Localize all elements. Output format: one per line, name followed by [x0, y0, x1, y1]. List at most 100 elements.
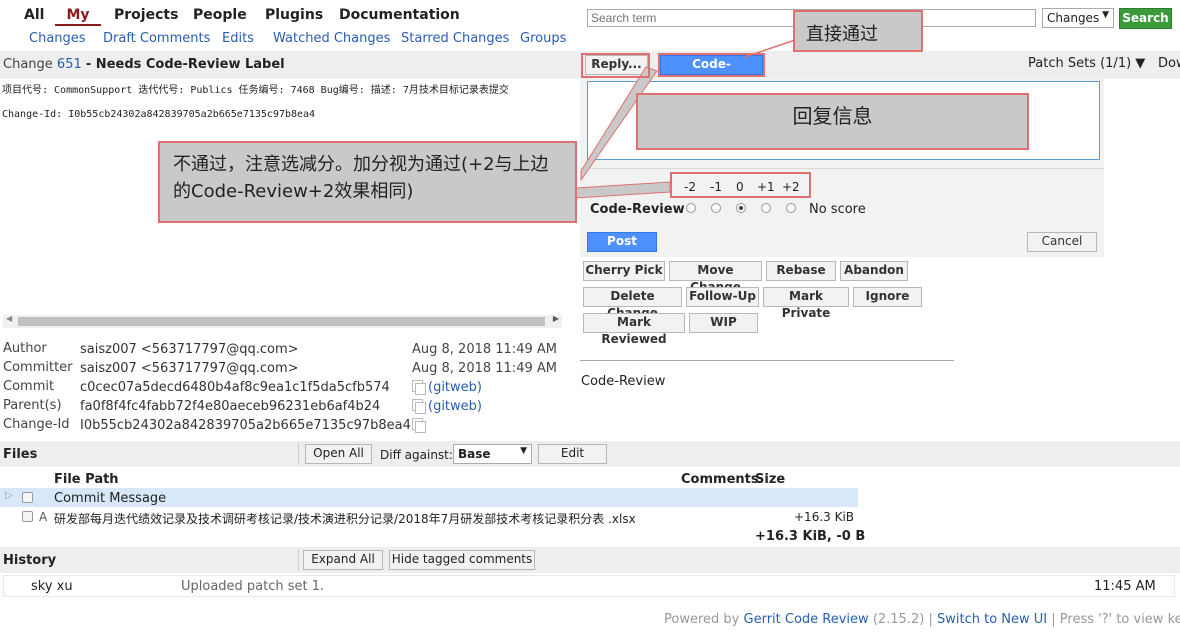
mark-private-button[interactable]: Mark Private [763, 287, 849, 320]
radio-plus2[interactable] [786, 203, 796, 213]
triangle-down-icon: ▼ [1135, 56, 1146, 71]
reply-divider [580, 168, 1104, 169]
diff-base-value: Base [458, 447, 491, 461]
subnav-watched-changes[interactable]: Watched Changes [273, 31, 390, 46]
annotation-reply-info: 回复信息 [636, 93, 1029, 150]
edit-button[interactable]: Edit [538, 444, 607, 464]
reply-highlight [581, 53, 650, 78]
author-label: Author [3, 341, 47, 356]
change-title: Change 651 - Needs Code-Review Label [3, 57, 285, 72]
patch-sets-label: Patch Sets (1/1) [1028, 56, 1132, 71]
subnav-groups[interactable]: Groups [520, 31, 566, 46]
parent-hash: fa0f8f4fc4fabb72f4e80aeceb96231eb6af4b24 [80, 399, 381, 414]
code-review-label: Code-Review [590, 202, 685, 217]
horizontal-scrollbar[interactable]: ◀ ▶ [3, 314, 562, 328]
nav-my[interactable]: My [55, 7, 101, 26]
commit-message-line: 项目代号: CommonSupport 迭代代号: Publics 任务编号: … [2, 85, 509, 96]
score-highlight [670, 172, 811, 198]
no-score-label: No score [809, 202, 866, 217]
mark-reviewed-button[interactable]: Mark Reviewed [583, 313, 685, 346]
cancel-button[interactable]: Cancel [1027, 232, 1097, 252]
parent-gitweb-link[interactable]: (gitweb) [428, 399, 482, 414]
footer-keyboard-help: Press '?' to view keybo [1059, 612, 1180, 627]
committer-link[interactable]: saisz007 <563717797@qq.com> [80, 361, 299, 376]
nav-people[interactable]: People [193, 7, 247, 23]
nav-projects[interactable]: Projects [114, 7, 178, 23]
file-size: +16.3 KiB [794, 510, 855, 524]
committer-date: Aug 8, 2018 11:49 AM [412, 361, 557, 376]
wip-button[interactable]: WIP [689, 313, 758, 333]
switch-ui-link[interactable]: Switch to New UI [937, 612, 1047, 627]
expand-all-button[interactable]: Expand All [303, 550, 383, 570]
commit-label: Commit [3, 379, 55, 394]
subnav-starred-changes[interactable]: Starred Changes [401, 31, 509, 46]
file-reviewed-checkbox[interactable] [22, 511, 33, 522]
file-path-link[interactable]: 研发部每月迭代绩效记录及技术调研考核记录/技术演进积分记录/2018年7月研发部… [54, 510, 636, 527]
col-file-path: File Path [54, 472, 119, 487]
code-review-highlight [658, 53, 765, 77]
radio-zero[interactable] [736, 203, 746, 213]
scroll-right-icon[interactable]: ▶ [553, 314, 559, 323]
move-change-button[interactable]: Move Change [669, 261, 762, 294]
cherry-pick-button[interactable]: Cherry Pick [583, 261, 665, 281]
footer-sep: | [928, 612, 933, 627]
author-link[interactable]: saisz007 <563717797@qq.com> [80, 342, 299, 357]
patch-sets-dropdown[interactable]: Patch Sets (1/1) ▼ [1028, 56, 1145, 71]
download-link[interactable]: Dow [1158, 56, 1180, 71]
footer-sep: | [1051, 612, 1056, 627]
history-time: 11:45 AM [1094, 579, 1156, 594]
file-reviewed-checkbox[interactable] [22, 492, 33, 503]
open-all-button[interactable]: Open All [305, 444, 372, 464]
scrollbar-thumb[interactable] [18, 317, 545, 326]
search-scope-select[interactable]: Changes ▼ [1042, 8, 1114, 28]
nav-all[interactable]: All [24, 7, 44, 23]
expand-triangle-icon[interactable]: ▷ [5, 490, 13, 501]
search-button[interactable]: Search [1119, 8, 1172, 29]
nav-plugins[interactable]: Plugins [265, 7, 323, 23]
copy-changeid-icon[interactable] [412, 418, 426, 433]
radio-plus1[interactable] [761, 203, 771, 213]
committer-label: Committer [3, 360, 73, 375]
copy-commit-icon[interactable] [412, 380, 426, 395]
change-number-link[interactable]: 651 [57, 57, 82, 72]
delete-change-button[interactable]: Delete Change [583, 287, 682, 320]
scroll-left-icon[interactable]: ◀ [6, 314, 12, 323]
footer-version: (2.15.2) [872, 612, 925, 627]
history-entry[interactable] [3, 575, 1175, 597]
ignore-button[interactable]: Ignore [853, 287, 922, 307]
files-total-size: +16.3 KiB, -0 B [755, 529, 866, 544]
radio-minus1[interactable] [711, 203, 721, 213]
parent-label: Parent(s) [3, 398, 62, 413]
radio-minus2[interactable] [686, 203, 696, 213]
subnav-changes[interactable]: Changes [29, 31, 86, 46]
col-comments: Comments [681, 472, 759, 487]
labels-code-review: Code-Review [581, 374, 666, 389]
footer-powered-by: Powered by [664, 612, 740, 627]
abandon-button[interactable]: Abandon [840, 261, 908, 281]
post-button[interactable]: Post [587, 232, 657, 252]
commit-gitweb-link[interactable]: (gitweb) [428, 380, 482, 395]
rebase-button[interactable]: Rebase [766, 261, 836, 281]
subnav-edits[interactable]: Edits [222, 31, 254, 46]
search-scope-value: Changes [1047, 11, 1100, 25]
commit-change-id-line: Change-Id: I0b55cb24302a842839705a2b665e… [2, 109, 316, 120]
annotation-direct-pass-text: 直接通过 [806, 24, 878, 45]
col-size: Size [755, 472, 786, 487]
diff-base-select[interactable]: Base ▼ [453, 444, 532, 464]
gerrit-link[interactable]: Gerrit Code Review [744, 612, 869, 627]
subnav-draft-comments[interactable]: Draft Comments [103, 31, 210, 46]
chevron-down-icon: ▼ [1102, 10, 1109, 20]
nav-documentation[interactable]: Documentation [339, 7, 460, 23]
annotation-direct-pass: 直接通过 [793, 10, 923, 52]
history-author: sky xu [31, 579, 73, 594]
files-separator [298, 443, 299, 465]
changeid-label: Change-Id [3, 417, 70, 432]
history-title: History [3, 553, 57, 568]
file-path-link[interactable]: Commit Message [54, 491, 166, 506]
hide-tagged-comments-button[interactable]: Hide tagged comments [389, 550, 535, 570]
copy-parent-icon[interactable] [412, 399, 426, 414]
follow-up-button[interactable]: Follow-Up [686, 287, 759, 307]
history-separator [298, 549, 299, 571]
author-date: Aug 8, 2018 11:49 AM [412, 342, 557, 357]
annotation-fail-note-text: 不通过，注意选减分。加分视为通过(+2与上边的Code-Review+2效果相同… [173, 154, 549, 202]
